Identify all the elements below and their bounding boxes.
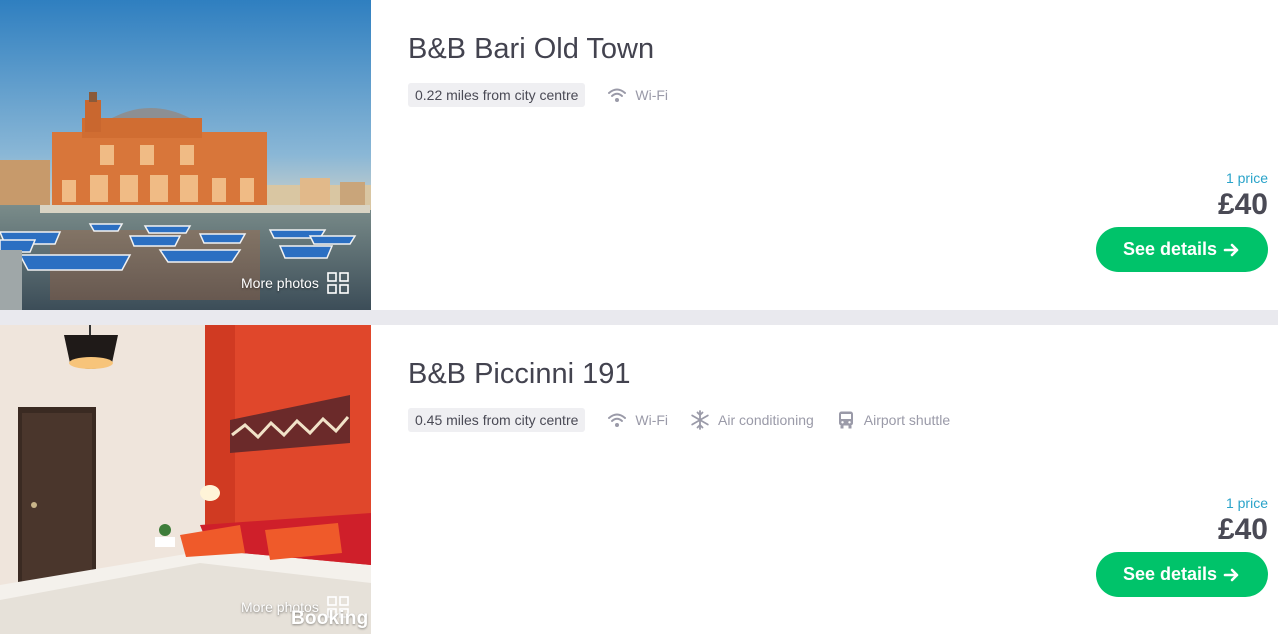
- amenity-label: Wi-Fi: [635, 87, 669, 103]
- price-value: £40: [1217, 188, 1268, 221]
- harbour-photo-image: [0, 0, 371, 310]
- more-photos-link[interactable]: More photos: [241, 272, 349, 294]
- amenity-wifi: Wi-Fi: [607, 410, 668, 430]
- arrow-right-icon: [1223, 568, 1239, 581]
- arrow-right-icon: [1223, 243, 1239, 256]
- amenity-label: Airport shuttle: [863, 412, 951, 428]
- amenity-wifi: Wi-Fi: [607, 85, 668, 105]
- hotel-card: More photos Booking B&B Piccinni 191 0.4…: [0, 325, 1278, 634]
- see-details-button[interactable]: See details: [1096, 227, 1268, 272]
- price-count[interactable]: 1 price: [1218, 495, 1268, 511]
- amenity-air-conditioning: Air conditioning: [690, 410, 814, 430]
- hotel-meta: 0.45 miles from city centre Wi-Fi Air co…: [408, 408, 950, 432]
- price-block: 1 price £40: [1218, 495, 1268, 547]
- distance-badge: 0.45 miles from city centre: [408, 408, 586, 432]
- amenity-label: Wi-Fi: [635, 412, 669, 428]
- snowflake-icon: [691, 410, 709, 430]
- hotel-meta: 0.22 miles from city centre Wi-Fi: [408, 83, 668, 107]
- see-details-button[interactable]: See details: [1096, 552, 1268, 597]
- amenity-airport-shuttle: Airport shuttle: [836, 410, 950, 430]
- hotel-card: More photos B&B Bari Old Town 0.22 miles…: [0, 0, 1278, 310]
- bedroom-photo-image: [0, 325, 371, 634]
- see-details-label: See details: [1122, 239, 1218, 259]
- see-details-label: See details: [1122, 564, 1218, 584]
- booking-watermark: Booking: [291, 608, 369, 629]
- amenity-label: Air conditioning: [718, 412, 814, 428]
- hotel-title[interactable]: B&B Piccinni 191: [408, 358, 630, 391]
- hotel-photo[interactable]: More photos: [0, 0, 371, 310]
- distance-badge: 0.22 miles from city centre: [408, 83, 586, 107]
- price-block: 1 price £40: [1218, 170, 1268, 222]
- grid-icon: [327, 272, 349, 294]
- wifi-icon: [608, 88, 627, 102]
- hotel-photo[interactable]: More photos Booking: [0, 325, 371, 634]
- hotel-title[interactable]: B&B Bari Old Town: [408, 33, 654, 66]
- price-count[interactable]: 1 price: [1218, 170, 1268, 186]
- price-value: £40: [1217, 513, 1268, 546]
- wifi-icon: [608, 413, 627, 427]
- more-photos-label: More photos: [241, 275, 319, 291]
- bus-icon: [838, 411, 853, 429]
